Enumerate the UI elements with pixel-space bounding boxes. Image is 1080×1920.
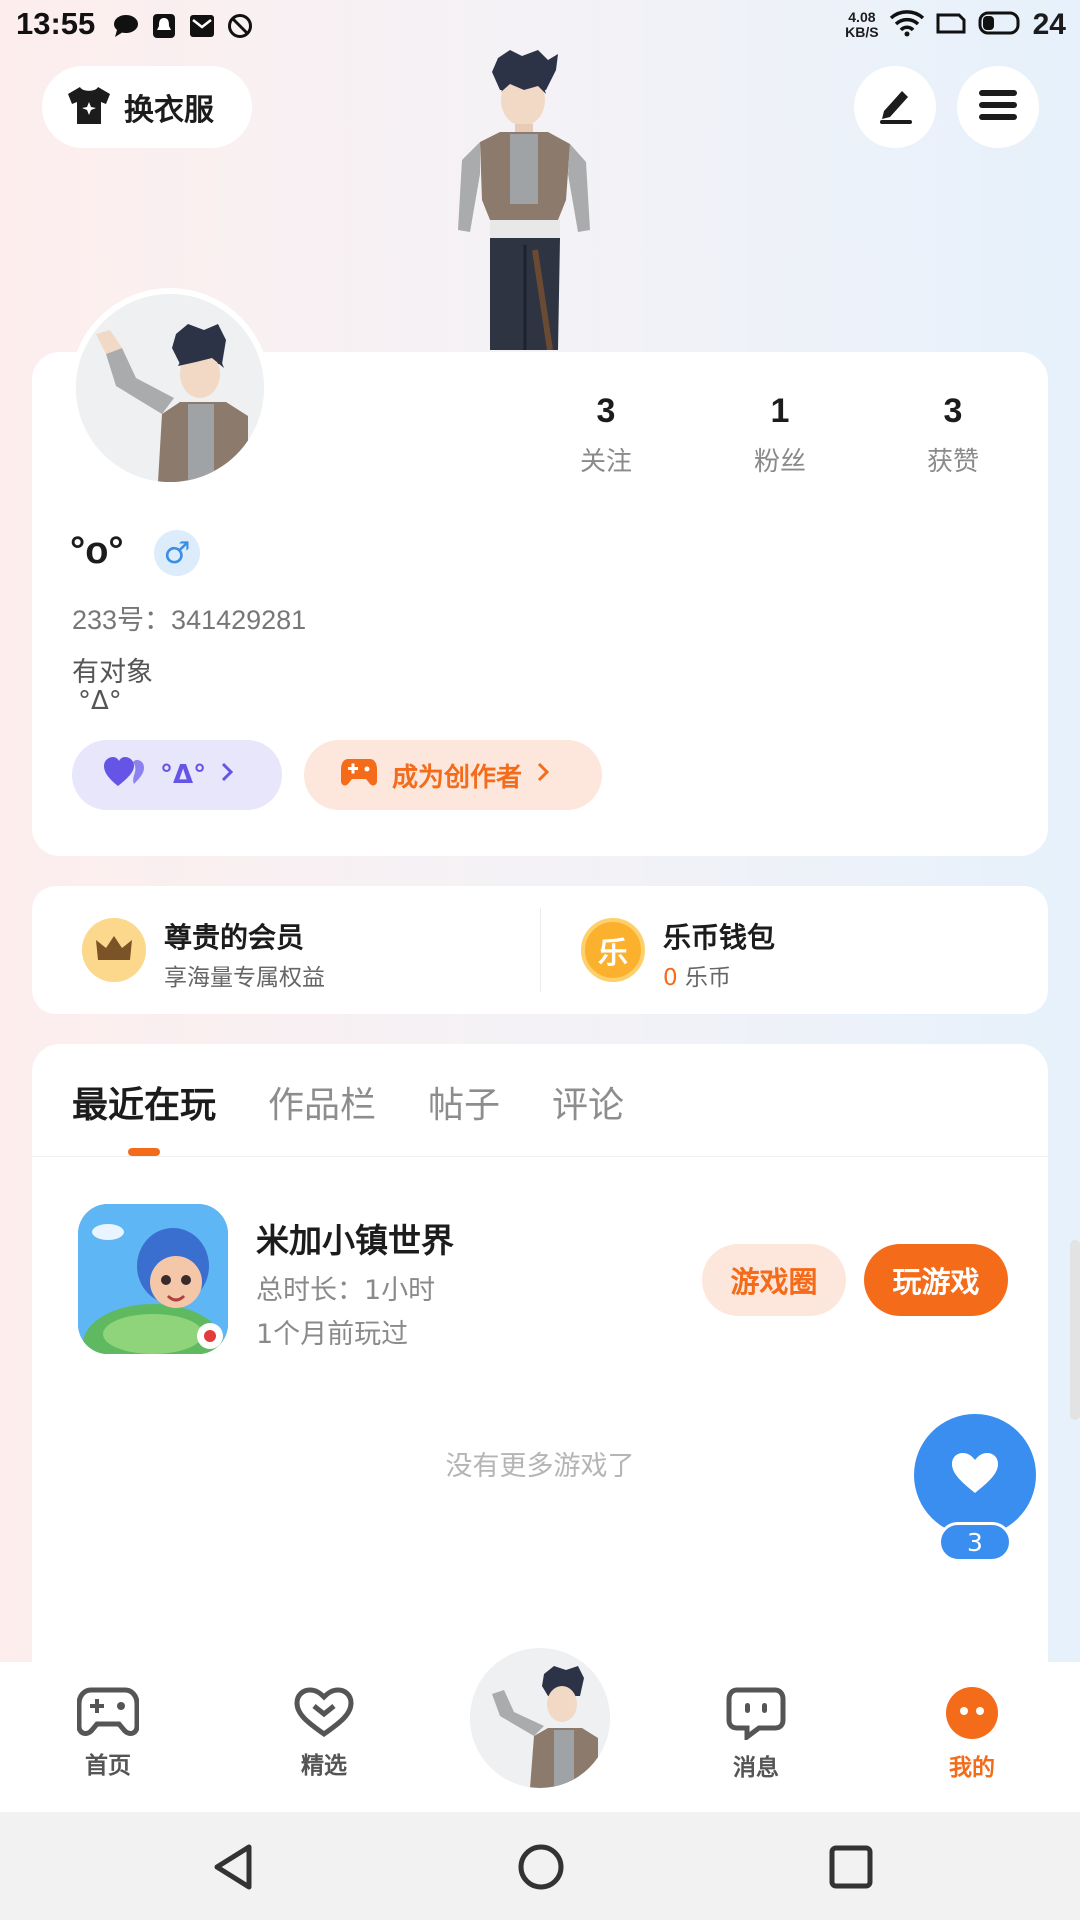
status-right: 4.08 KB/S 24 [845,8,1066,42]
gender-badge: ♂ [154,530,200,576]
game-icon[interactable] [78,1204,228,1354]
chevron-right-icon [220,760,234,790]
stat-fans-label: 粉丝 [753,447,806,477]
stat-likes[interactable]: 3 获赞 [893,392,1013,478]
stat-likes-label: 获赞 [926,447,979,477]
tab-indicator [128,1148,160,1156]
nav-home-label: 首页 [85,1753,131,1779]
smile-face-icon [912,1686,1032,1744]
status-time: 13:55 [16,6,96,41]
crown-icon [82,918,146,982]
divider [32,1156,1048,1157]
ghost-icon [150,12,178,40]
nav-avatar[interactable] [470,1648,610,1788]
message-bubble-icon [112,12,140,40]
nav-home[interactable]: 首页 [48,1686,168,1780]
wallet-amount: 0 [663,965,678,991]
gamepad-icon [48,1686,168,1742]
tshirt-icon [66,84,112,130]
wallet-entry[interactable]: 乐 乐币钱包 0 乐币 [541,886,1048,1014]
like-fab-button[interactable] [914,1414,1036,1536]
home-icon[interactable] [514,1840,568,1894]
bio-line-2: °Δ° [78,686,122,716]
block-icon [226,12,254,40]
net-speed: 4.08 KB/S [845,9,879,40]
tab-works[interactable]: 作品栏 [268,1076,376,1128]
stat-following[interactable]: 3 关注 [546,392,666,478]
battery-level: 24 [1032,8,1066,41]
chat-icon [696,1686,816,1744]
heart-icon [950,1451,1000,1499]
nav-featured-label: 精选 [301,1753,347,1779]
become-creator-label: 成为创作者 [392,762,523,793]
stat-following-label: 关注 [579,447,632,477]
relationship-pill-label: °Δ° [160,760,207,790]
gamepad-plus-icon [340,757,378,794]
edit-button[interactable] [854,66,936,148]
avatar[interactable] [70,288,270,488]
wallet-title: 乐币钱包 [663,921,776,954]
scrollbar[interactable] [1070,1240,1080,1420]
mail-icon [188,12,216,40]
tab-posts[interactable]: 帖子 [428,1076,500,1128]
tab-comments[interactable]: 评论 [552,1076,624,1128]
user-id: 233号：341429281 [72,605,307,635]
sim-card-icon [935,10,967,40]
vip-subtitle: 享海量专属权益 [164,965,325,991]
pen-icon [874,85,916,129]
stat-fans[interactable]: 1 粉丝 [720,392,840,478]
game-duration: 总时长：1小时 [256,1275,436,1306]
character-avatar-3d[interactable] [440,50,640,351]
hamburger-icon [977,87,1019,127]
vip-entry[interactable]: 尊贵的会员 享海量专属权益 [32,886,540,1014]
stat-following-value: 3 [596,392,616,430]
wallet-balance: 0 乐币 [663,958,731,992]
stat-likes-value: 3 [943,392,963,430]
become-creator-button[interactable]: 成为创作者 [304,740,602,810]
battery-icon [977,10,1023,40]
nav-messages-label: 消息 [733,1755,779,1781]
wallet-unit: 乐币 [677,965,731,991]
change-clothes-label: 换衣服 [124,93,214,128]
heart-chevron-icon [264,1686,384,1742]
back-icon[interactable] [206,1840,260,1894]
coin-icon: 乐 [581,918,645,982]
game-last-played: 1个月前玩过 [256,1319,409,1350]
nav-me-label: 我的 [949,1755,995,1781]
game-circle-button[interactable]: 游戏圈 [702,1244,846,1316]
vip-title: 尊贵的会员 [164,921,305,954]
wifi-icon [889,9,925,41]
relationship-pill[interactable]: °Δ° [72,740,282,810]
tab-recently-played[interactable]: 最近在玩 [72,1076,216,1128]
chevron-right-icon [536,760,550,790]
nav-messages[interactable]: 消息 [696,1686,816,1782]
nav-featured[interactable]: 精选 [264,1686,384,1780]
change-clothes-button[interactable]: 换衣服 [42,66,252,148]
hearts-icon [104,756,146,795]
notification-icons [112,12,254,40]
game-name: 米加小镇世界 [256,1221,454,1260]
nav-me[interactable]: 我的 [912,1686,1032,1782]
games-card [32,1044,1048,1684]
play-game-button[interactable]: 玩游戏 [864,1244,1008,1316]
like-count-badge: 3 [938,1522,1012,1562]
nickname: °o° [70,530,124,572]
menu-button[interactable] [957,66,1039,148]
stat-fans-value: 1 [770,392,790,430]
status-bar: 13:55 4.08 KB/S 24 [0,0,1080,54]
bio-line-1: 有对象 [72,657,153,688]
recents-icon[interactable] [824,1840,878,1894]
content-tabs: 最近在玩 作品栏 帖子 评论 [72,1076,624,1128]
